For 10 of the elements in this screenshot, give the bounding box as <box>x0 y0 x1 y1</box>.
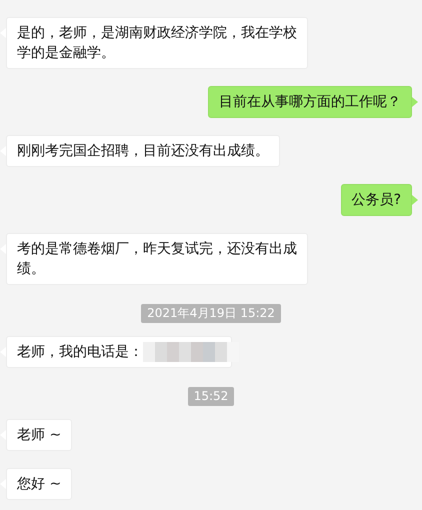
message-text: 刚刚考完国企招聘，目前还没有出成绩。 <box>17 142 269 161</box>
timestamp: 2021年4月19日 15:22 <box>141 304 281 323</box>
message-text: 您好 ~ <box>17 475 62 494</box>
message-text: 是的，老师，是湖南财政经济学院，我在学校学的是金融学。 <box>17 24 297 63</box>
message-text: 老师，我的电话是： <box>17 343 143 362</box>
message-text: 老师 ~ <box>17 426 62 445</box>
message-text: 考的是常德卷烟厂，昨天复试完，还没有出成绩。 <box>17 240 297 279</box>
message-text: 公务员? <box>352 191 401 210</box>
timestamp: 15:52 <box>188 387 234 406</box>
message-text: 目前在从事哪方面的工作呢？ <box>219 93 401 112</box>
